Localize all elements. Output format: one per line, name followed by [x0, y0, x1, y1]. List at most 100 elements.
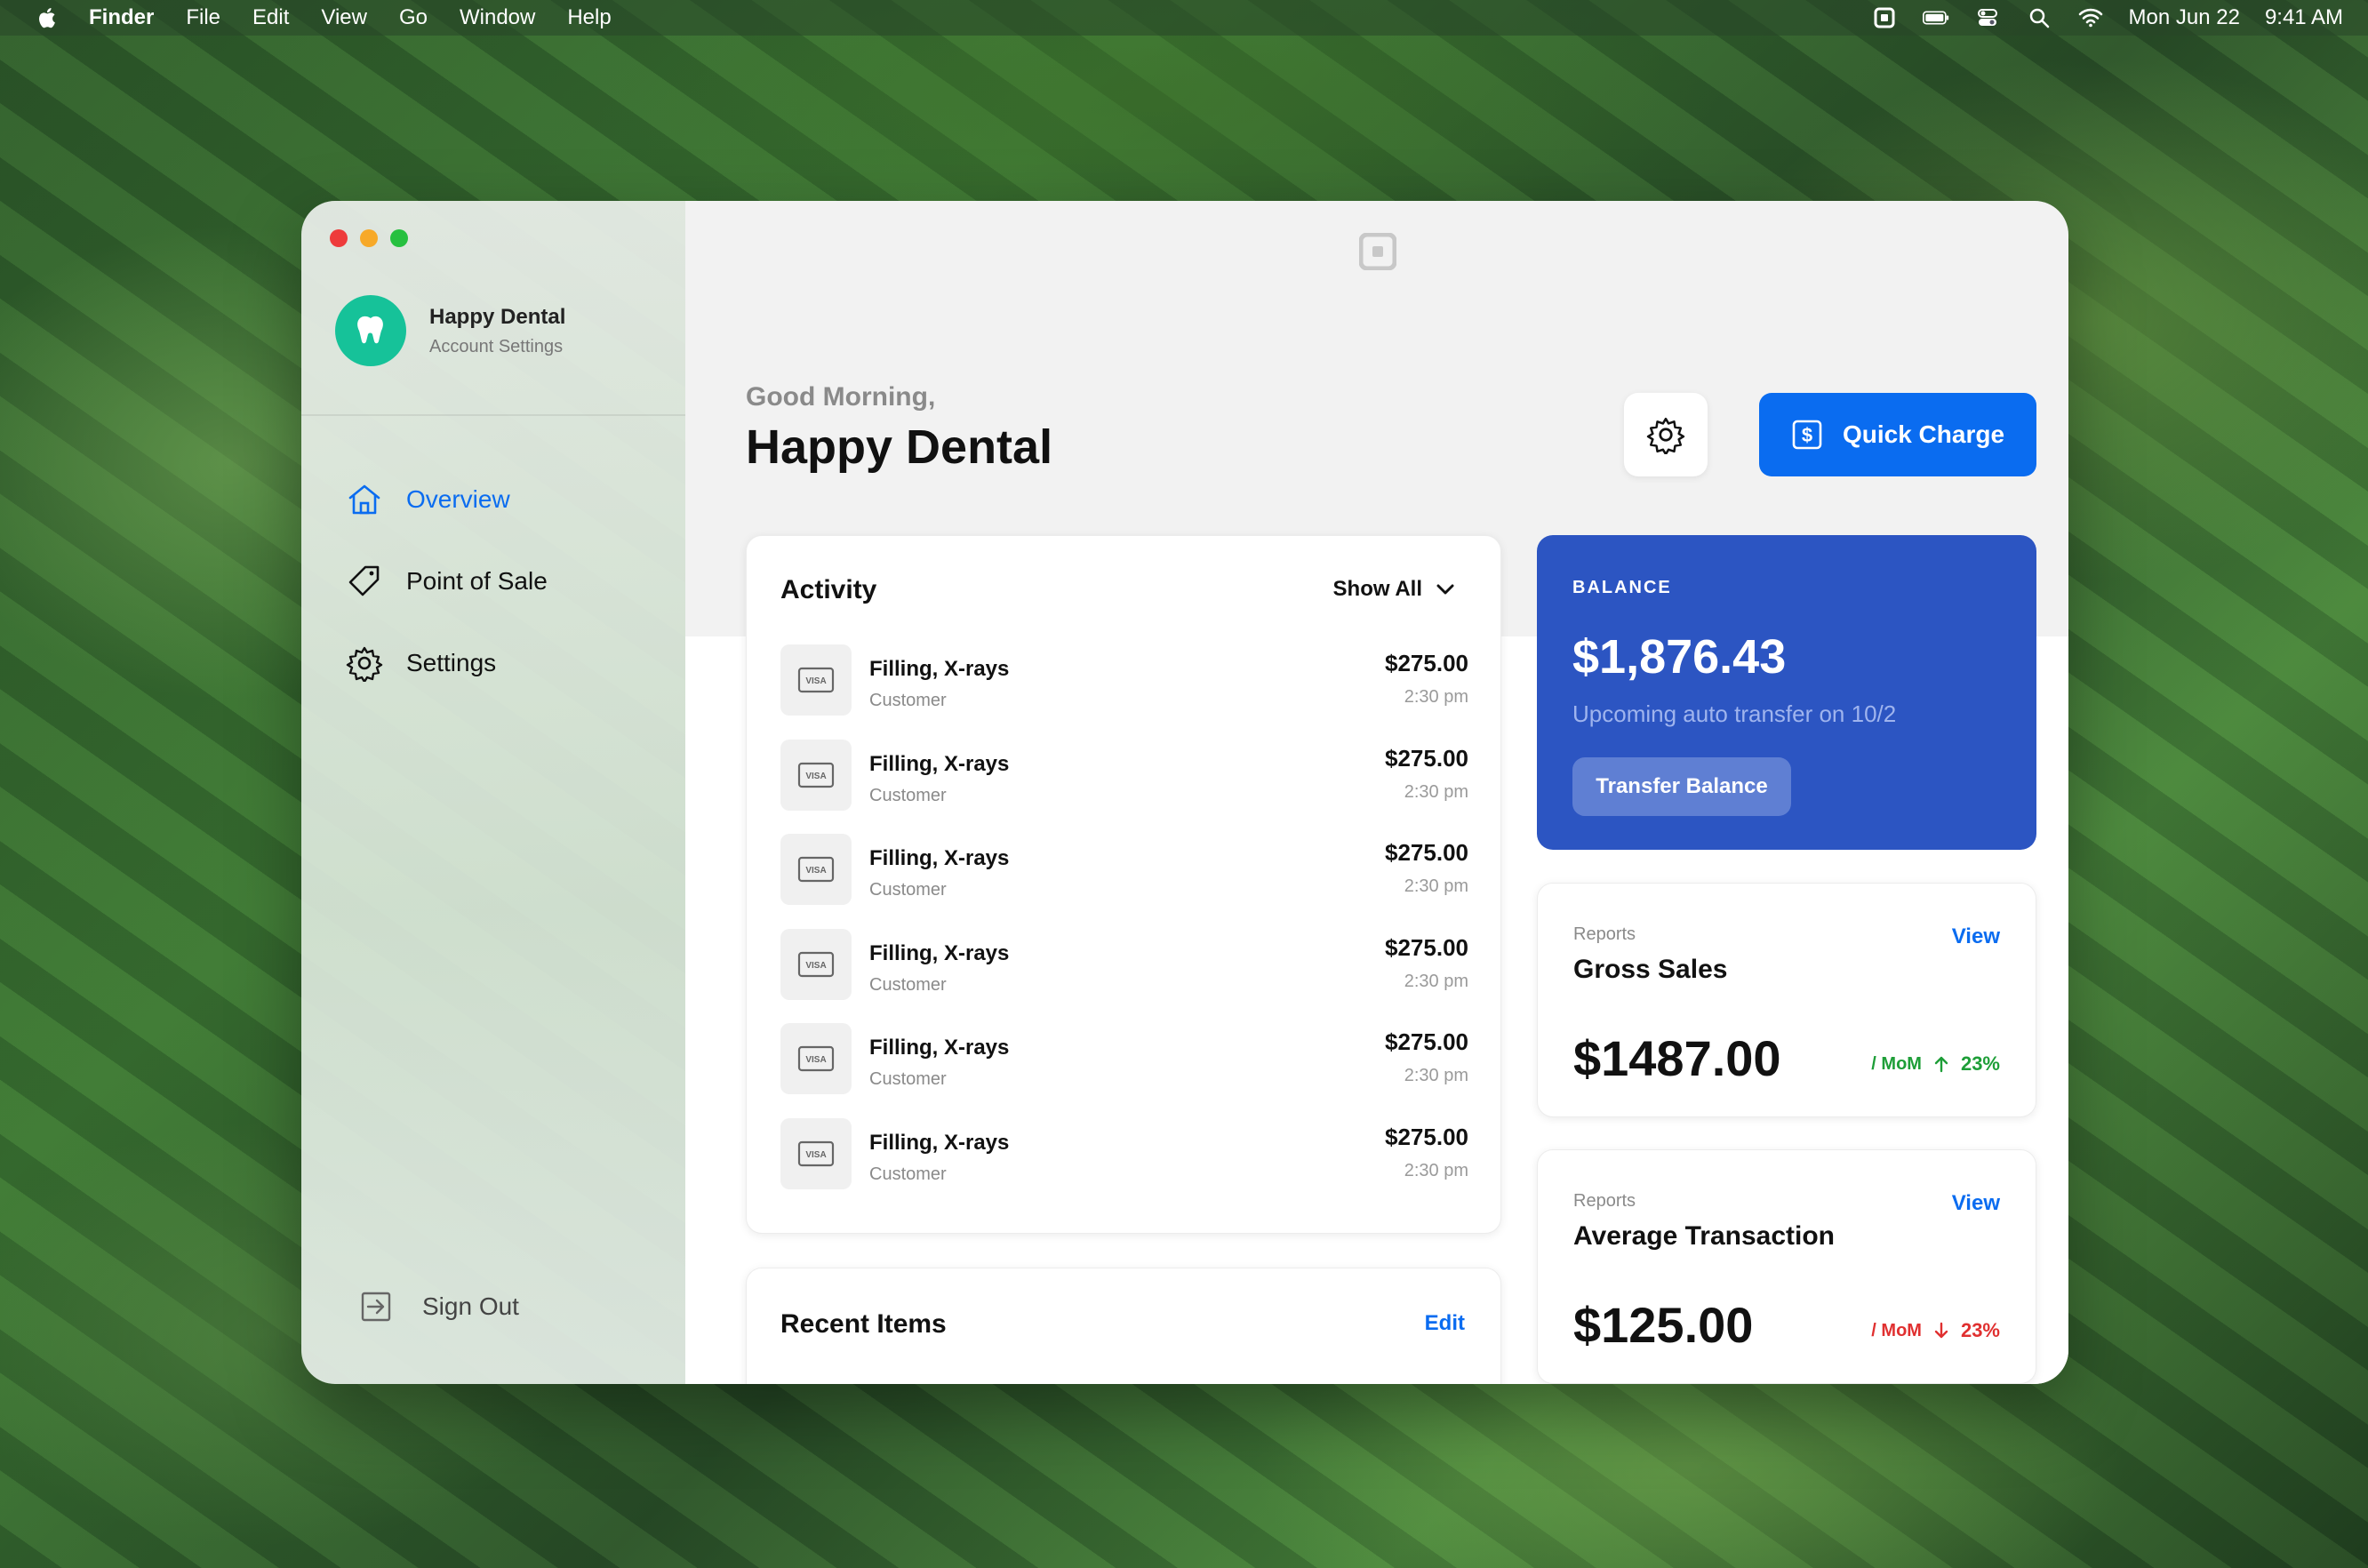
wifi-icon[interactable]	[2077, 7, 2104, 28]
report-kicker: Reports	[1573, 924, 1636, 944]
quick-charge-label: Quick Charge	[1842, 420, 2005, 448]
activity-row[interactable]: VISA Filling, X-rays Customer $275.00 2:30 p…	[780, 1023, 1468, 1118]
activity-time: 2:30 pm	[1404, 1066, 1468, 1086]
greeting-text: Good Morning,	[746, 382, 936, 412]
recent-items-edit-button[interactable]: Edit	[1425, 1311, 1465, 1336]
activity-customer: Customer	[869, 1069, 947, 1090]
credit-card-icon: VISA	[780, 1023, 852, 1095]
menu-time[interactable]: 9:41 AM	[2265, 5, 2343, 30]
balance-transfer-note: Upcoming auto transfer on 10/2	[1572, 700, 1897, 727]
zoom-window-button[interactable]	[390, 229, 408, 247]
account-switcher[interactable]: Happy Dental Account Settings	[335, 295, 565, 366]
activity-time: 2:30 pm	[1404, 1160, 1468, 1180]
arrow-down-icon	[1934, 1322, 1948, 1339]
sidebar-item-point-of-sale[interactable]: Point of Sale	[346, 540, 548, 622]
mom-label: / MoM	[1871, 1320, 1922, 1340]
activity-amount: $275.00	[1385, 650, 1468, 676]
transfer-balance-button[interactable]: Transfer Balance	[1572, 757, 1791, 816]
menu-help[interactable]: Help	[567, 5, 611, 30]
menu-go[interactable]: Go	[399, 5, 428, 30]
sidebar-nav: Overview Point of Sale Settings	[346, 459, 548, 704]
quick-charge-button[interactable]: $ Quick Charge	[1759, 393, 2036, 476]
activity-time: 2:30 pm	[1404, 687, 1468, 707]
activity-customer: Customer	[869, 880, 947, 900]
tag-icon	[348, 565, 380, 596]
spotlight-search-icon[interactable]	[2026, 7, 2052, 28]
menu-edit[interactable]: Edit	[252, 5, 289, 30]
activity-time: 2:30 pm	[1404, 971, 1468, 991]
report-name: Gross Sales	[1573, 955, 1728, 984]
apple-icon[interactable]	[36, 6, 57, 29]
activity-customer: Customer	[869, 691, 947, 710]
app-window: Happy Dental Account Settings Overview P…	[301, 201, 2068, 1384]
svg-text:VISA: VISA	[805, 866, 826, 876]
report-card-gross-sales: Reports View Gross Sales $1487.00 / MoM …	[1537, 883, 2036, 1117]
activity-amount: $275.00	[1385, 744, 1468, 772]
activity-amount: $275.00	[1385, 1123, 1468, 1150]
settings-button[interactable]	[1624, 393, 1708, 476]
square-logo-icon	[1359, 233, 1396, 270]
report-name: Average Transaction	[1573, 1221, 1836, 1251]
sign-out-button[interactable]: Sign Out	[360, 1291, 519, 1323]
menu-date[interactable]: Mon Jun 22	[2129, 5, 2240, 30]
activity-description: Filling, X-rays	[869, 1130, 1010, 1155]
sign-out-icon	[361, 1292, 391, 1322]
arrow-up-icon	[1934, 1056, 1948, 1073]
activity-card: Activity Show All VISA Filling, X-rays Cus…	[746, 535, 1501, 1234]
menu-view[interactable]: View	[321, 5, 367, 30]
report-value: $1487.00	[1573, 1030, 1781, 1086]
report-mom-change: / MoM 23%	[1871, 1319, 2000, 1342]
activity-row[interactable]: VISA Filling, X-rays Customer $275.00 2:30 p…	[780, 1117, 1468, 1213]
credit-card-icon: VISA	[780, 644, 852, 716]
menu-app-name[interactable]: Finder	[89, 5, 154, 30]
report-kicker: Reports	[1573, 1191, 1636, 1211]
sidebar-divider	[301, 414, 685, 416]
menu-file[interactable]: File	[186, 5, 220, 30]
activity-description: Filling, X-rays	[869, 751, 1010, 776]
activity-description: Filling, X-rays	[869, 940, 1010, 965]
menu-bar: Finder File Edit View Go Window Help Mon…	[0, 0, 2368, 36]
mom-label: / MoM	[1871, 1053, 1922, 1074]
activity-customer: Customer	[869, 785, 947, 805]
account-settings-link[interactable]: Account Settings	[429, 337, 565, 357]
sidebar-item-settings[interactable]: Settings	[346, 622, 548, 704]
gear-icon	[346, 646, 383, 682]
sidebar-item-overview[interactable]: Overview	[346, 459, 548, 540]
svg-text:VISA: VISA	[805, 676, 826, 686]
show-all-label: Show All	[1332, 577, 1422, 601]
activity-time: 2:30 pm	[1404, 781, 1468, 802]
activity-row[interactable]: VISA Filling, X-rays Customer $275.00 2:30 p…	[780, 739, 1468, 835]
report-mom-change: / MoM 23%	[1871, 1052, 2000, 1076]
recent-items-title: Recent Items	[780, 1309, 947, 1339]
activity-row[interactable]: VISA Filling, X-rays Customer $275.00 2:30 p…	[780, 644, 1468, 740]
square-status-icon[interactable]	[1871, 7, 1898, 28]
menu-window[interactable]: Window	[460, 5, 535, 30]
account-name: Happy Dental	[429, 304, 566, 329]
report-value: $125.00	[1573, 1297, 1754, 1353]
activity-row[interactable]: VISA Filling, X-rays Customer $275.00 2:30 p…	[780, 834, 1468, 929]
battery-icon[interactable]	[1922, 7, 1949, 28]
report-view-link[interactable]: View	[1952, 1191, 2000, 1216]
close-window-button[interactable]	[330, 229, 348, 247]
mom-percent: 23%	[1960, 1319, 2000, 1341]
balance-card: BALANCE $1,876.43 Upcoming auto transfer…	[1537, 535, 2036, 850]
activity-description: Filling, X-rays	[869, 657, 1010, 681]
activity-row[interactable]: VISA Filling, X-rays Customer $275.00 2:30 p…	[780, 928, 1468, 1024]
activity-customer: Customer	[869, 1164, 947, 1184]
chevron-down-icon	[1436, 584, 1454, 595]
gear-icon	[1646, 417, 1685, 454]
activity-list: VISA Filling, X-rays Customer $275.00 2:30 p…	[780, 644, 1468, 1213]
sidebar-item-label: Settings	[406, 649, 497, 676]
credit-card-icon: VISA	[780, 1117, 852, 1189]
mom-percent: 23%	[1960, 1052, 2000, 1075]
dollar-icon: $	[1792, 420, 1822, 450]
control-center-icon[interactable]	[1974, 7, 2001, 28]
activity-description: Filling, X-rays	[869, 1036, 1010, 1060]
minimize-window-button[interactable]	[360, 229, 378, 247]
svg-text:VISA: VISA	[805, 1150, 826, 1160]
report-view-link[interactable]: View	[1952, 924, 2000, 949]
recent-items-card: Recent Items Edit	[746, 1268, 1501, 1384]
credit-card-icon: VISA	[780, 928, 852, 1000]
activity-amount: $275.00	[1385, 1028, 1468, 1056]
show-all-dropdown[interactable]: Show All	[1333, 577, 1454, 602]
